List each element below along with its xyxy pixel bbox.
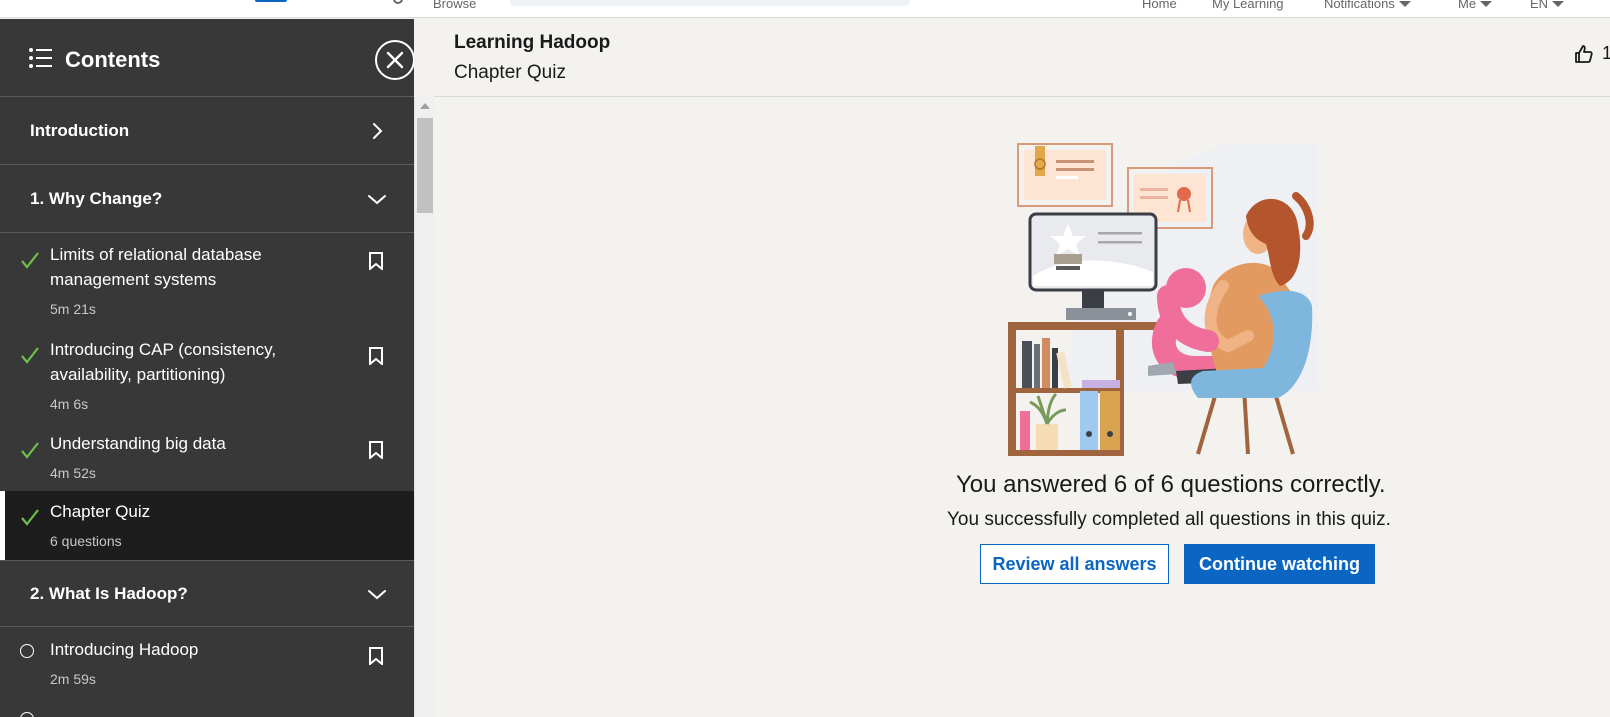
item-title: Chapter Quiz bbox=[50, 502, 151, 521]
thumbs-up-icon bbox=[1575, 44, 1593, 63]
bookmark-icon[interactable] bbox=[368, 647, 384, 665]
section-introduction[interactable]: Introduction bbox=[0, 98, 414, 165]
list-item[interactable]: Understanding big data 4m 52s bbox=[0, 424, 414, 491]
section-why-change[interactable]: 1. Why Change? bbox=[0, 166, 414, 233]
quiz-complete-illustration bbox=[1008, 143, 1318, 456]
quiz-results-panel: You answered 6 of 6 questions correctly.… bbox=[434, 98, 1610, 717]
contents-list: Introduction 1. Why Change? Limits of re… bbox=[0, 98, 414, 717]
item-title: Understanding big data bbox=[50, 434, 226, 453]
caret-down-icon bbox=[1398, 0, 1411, 7]
top-navigation: Browse Home My Learning Notifications Me… bbox=[0, 0, 1610, 18]
section-label: Introduction bbox=[30, 121, 130, 140]
linkedin-logo[interactable] bbox=[255, 0, 287, 2]
sidebar-scrollbar[interactable] bbox=[414, 97, 434, 717]
item-duration: 2m 59s bbox=[50, 671, 96, 687]
my-learning-link[interactable]: My Learning bbox=[1212, 0, 1284, 11]
check-icon bbox=[21, 509, 39, 526]
continue-watching-button[interactable]: Continue watching bbox=[1184, 544, 1375, 584]
score-headline: You answered 6 of 6 questions correctly. bbox=[956, 471, 1386, 498]
active-indicator bbox=[0, 491, 5, 560]
item-question-count: 6 questions bbox=[50, 533, 122, 549]
section-label: 2. What Is Hadoop? bbox=[30, 584, 188, 603]
language-menu[interactable]: EN bbox=[1530, 0, 1565, 11]
bookmark-icon[interactable] bbox=[368, 347, 384, 365]
me-menu[interactable]: Me bbox=[1458, 0, 1493, 11]
notifications-menu[interactable]: Notifications bbox=[1324, 0, 1411, 11]
list-item[interactable]: Introducing Hadoop 2m 59s bbox=[0, 628, 414, 698]
list-item-active[interactable]: Chapter Quiz 6 questions bbox=[0, 491, 414, 560]
sidebar-title: Contents bbox=[65, 47, 161, 72]
caret-down-icon bbox=[1552, 0, 1565, 7]
not-started-icon bbox=[20, 712, 34, 717]
close-icon bbox=[386, 51, 404, 69]
section-what-is-hadoop[interactable]: 2. What Is Hadoop? bbox=[0, 560, 414, 627]
like-count: 1 bbox=[1602, 43, 1610, 63]
list-item[interactable]: Limits of relational database management… bbox=[0, 234, 414, 329]
list-icon bbox=[29, 48, 52, 68]
home-link[interactable]: Home bbox=[1142, 0, 1177, 11]
course-title[interactable]: Learning Hadoop bbox=[454, 32, 610, 54]
caret-down-icon bbox=[1480, 0, 1493, 7]
check-icon bbox=[21, 442, 39, 459]
content-header: Learning Hadoop Chapter Quiz 1 bbox=[434, 19, 1610, 97]
search-input[interactable] bbox=[510, 0, 910, 6]
list-item[interactable] bbox=[0, 698, 414, 717]
like-button[interactable]: 1 bbox=[1574, 43, 1610, 64]
score-description: You successfully completed all questions… bbox=[947, 509, 1391, 530]
not-started-icon bbox=[20, 644, 34, 658]
review-all-answers-button[interactable]: Review all answers bbox=[980, 544, 1169, 584]
check-icon bbox=[21, 347, 39, 364]
browse-link[interactable]: Browse bbox=[433, 0, 476, 11]
section-label: 1. Why Change? bbox=[30, 189, 163, 208]
bookmark-icon[interactable] bbox=[368, 252, 384, 270]
item-title: Limits of relational database management… bbox=[50, 245, 262, 289]
close-sidebar-button[interactable] bbox=[375, 40, 414, 80]
sidebar-header: Contents bbox=[0, 19, 414, 97]
chapter-subtitle: Chapter Quiz bbox=[454, 62, 566, 83]
list-item[interactable]: Introducing CAP (consistency, availabili… bbox=[0, 329, 414, 424]
bookmark-icon[interactable] bbox=[368, 441, 384, 459]
chevron-down-icon bbox=[368, 590, 386, 600]
scrollbar-thumb[interactable] bbox=[417, 118, 433, 213]
item-title: Introducing Hadoop bbox=[50, 640, 199, 659]
check-icon bbox=[21, 252, 39, 269]
browse-icon[interactable] bbox=[393, 0, 403, 4]
contents-sidebar: Contents Introduction 1. Why Change? Lim… bbox=[0, 19, 414, 717]
item-duration: 5m 21s bbox=[50, 301, 96, 317]
item-title: Introducing CAP (consistency, availabili… bbox=[50, 340, 277, 384]
chevron-down-icon bbox=[368, 195, 386, 205]
item-duration: 4m 52s bbox=[50, 465, 96, 481]
scroll-up-arrow-icon[interactable] bbox=[420, 103, 430, 109]
item-duration: 4m 6s bbox=[50, 396, 89, 412]
chevron-right-icon bbox=[373, 123, 383, 139]
